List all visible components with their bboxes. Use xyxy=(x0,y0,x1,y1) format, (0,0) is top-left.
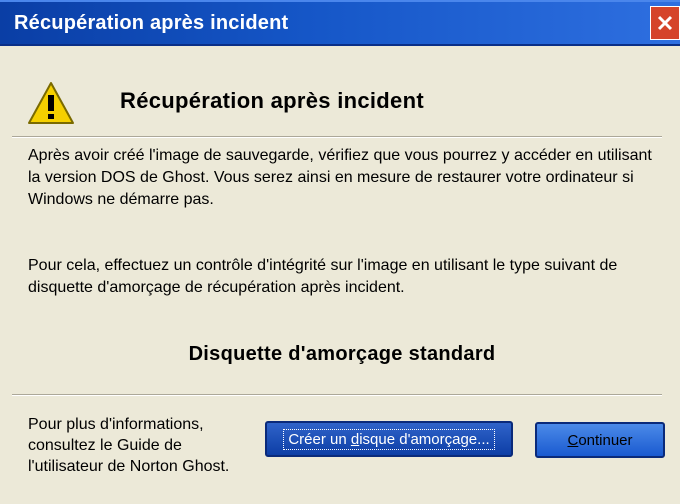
title-bar: Récupération après incident xyxy=(0,0,680,46)
info-line-2: consultez le Guide de xyxy=(28,437,182,454)
continue-button[interactable]: Continuer xyxy=(535,422,665,458)
window-title: Récupération après incident xyxy=(14,12,289,34)
create-boot-disk-button[interactable]: Créer un disque d'amorçage... xyxy=(265,421,513,457)
description-paragraph: Après avoir créé l'image de sauvegarde, … xyxy=(28,147,652,208)
instruction-paragraph: Pour cela, effectuez un contrôle d'intég… xyxy=(28,257,618,296)
dialog-content: Récupération après incident Après avoir … xyxy=(12,46,672,504)
info-line-1: Pour plus d'informations, xyxy=(28,416,204,433)
dialog-window: Récupération après incident Récupération… xyxy=(0,0,680,504)
divider-bottom xyxy=(12,394,662,396)
boot-disk-type-label: Disquette d'amorçage standard xyxy=(188,343,496,365)
create-boot-disk-label: Créer un disque d'amorçage... xyxy=(283,428,495,450)
divider-top xyxy=(12,136,662,138)
info-line-3: l'utilisateur de Norton Ghost. xyxy=(28,458,230,475)
more-info-text: Pour plus d'informations, consultez le G… xyxy=(28,414,268,477)
close-icon xyxy=(657,15,673,31)
warning-icon xyxy=(28,82,74,124)
continue-label: Continuer xyxy=(567,431,633,449)
dialog-heading: Récupération après incident xyxy=(120,88,424,113)
close-button[interactable] xyxy=(650,6,680,40)
